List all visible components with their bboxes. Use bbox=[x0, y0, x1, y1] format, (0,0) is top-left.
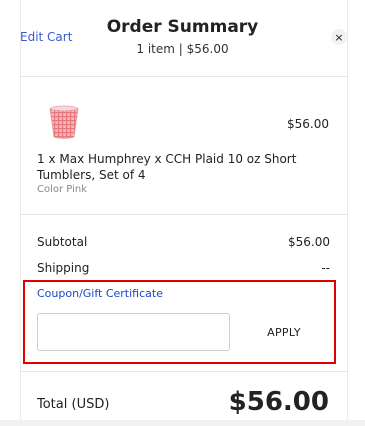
page-bottom-strip bbox=[0, 420, 365, 426]
pink-plaid-tumbler-image bbox=[49, 105, 79, 139]
item-price: $56.00 bbox=[287, 117, 329, 131]
total-label: Total (USD) bbox=[37, 397, 110, 412]
item-variant: Color Pink bbox=[37, 184, 88, 195]
shipping-row: Shipping -- bbox=[37, 261, 330, 275]
close-button[interactable]: × bbox=[331, 29, 347, 45]
shipping-value: -- bbox=[321, 261, 330, 275]
subtotal-row: Subtotal $56.00 bbox=[37, 235, 330, 249]
item-count-subtitle: 1 item | $56.00 bbox=[136, 42, 229, 56]
header-divider bbox=[20, 76, 348, 77]
coupon-code-input[interactable] bbox=[37, 313, 230, 351]
shipping-label: Shipping bbox=[37, 261, 90, 275]
item-name: 1 x Max Humphrey x CCH Plaid 10 oz Short… bbox=[37, 152, 297, 182]
items-divider bbox=[20, 214, 348, 215]
order-summary-header: Edit Cart Order Summary 1 item | $56.00 … bbox=[0, 0, 365, 76]
page-title: Order Summary bbox=[106, 17, 259, 37]
total-divider bbox=[20, 371, 348, 372]
total-value: $56.00 bbox=[228, 387, 329, 417]
apply-coupon-button[interactable]: APPLY bbox=[250, 313, 318, 351]
subtotal-value: $56.00 bbox=[288, 235, 330, 249]
coupon-gift-certificate-link[interactable]: Coupon/Gift Certificate bbox=[37, 287, 163, 300]
product-thumbnail bbox=[46, 104, 82, 140]
close-icon: × bbox=[334, 30, 344, 44]
subtotal-label: Subtotal bbox=[37, 235, 88, 249]
